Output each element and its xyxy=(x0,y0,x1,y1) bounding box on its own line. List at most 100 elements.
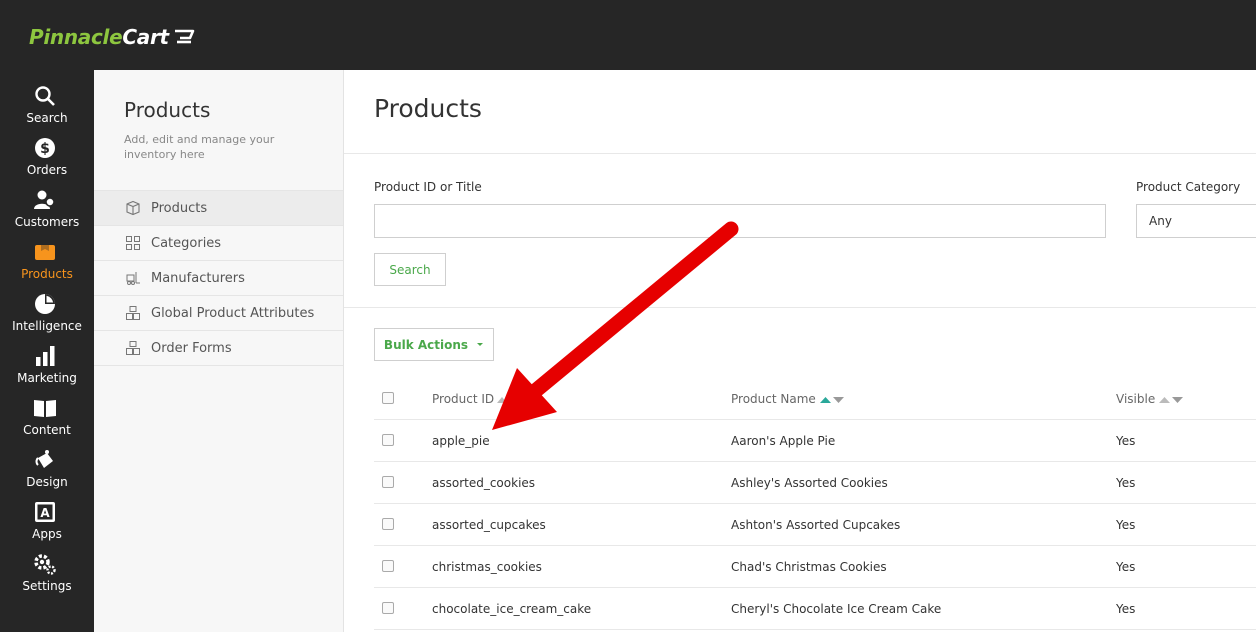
cell-product-id[interactable]: assorted_cupcakes xyxy=(432,518,546,532)
subnav-item-global-attributes[interactable]: Global Product Attributes xyxy=(94,296,343,331)
subnav-list: Products Categories Manufacturers Global… xyxy=(94,190,343,366)
subnav-item-label: Products xyxy=(151,200,208,216)
column-header-label: Visible xyxy=(1116,392,1156,406)
search-button[interactable]: Search xyxy=(374,253,446,286)
bulk-actions-label: Bulk Actions xyxy=(383,337,469,352)
cell-visible: Yes xyxy=(1116,476,1136,490)
apps-icon: A xyxy=(35,502,55,522)
cell-visible: Yes xyxy=(1116,602,1136,616)
cell-product-name[interactable]: Ashton's Assorted Cupcakes xyxy=(731,518,900,532)
subnav-item-categories[interactable]: Categories xyxy=(94,226,343,261)
nav-item-settings[interactable]: Settings xyxy=(0,548,94,600)
divider xyxy=(344,307,1256,308)
cell-product-name[interactable]: Chad's Christmas Cookies xyxy=(731,560,887,574)
boxes-icon xyxy=(126,341,140,355)
dollar-icon: $ xyxy=(35,138,55,158)
subnav-item-label: Manufacturers xyxy=(151,270,245,286)
customers-icon xyxy=(34,190,55,209)
column-header-product-name[interactable]: Product Name xyxy=(731,392,847,406)
subnav-description: Add, edit and manage your inventory here xyxy=(124,133,275,161)
table-row[interactable]: apple_pie Aaron's Apple Pie Yes xyxy=(374,420,1256,462)
category-selected-value: Any xyxy=(1149,214,1172,228)
table-row[interactable]: assorted_cookies Ashley's Assorted Cooki… xyxy=(374,462,1256,504)
boxes-icon xyxy=(126,306,140,320)
gear-icon xyxy=(34,554,56,575)
cell-visible: Yes xyxy=(1116,560,1136,574)
table-row[interactable]: chocolate_ice_cream_cake Cheryl's Chocol… xyxy=(374,588,1256,630)
svg-text:A: A xyxy=(40,506,50,520)
table-row[interactable]: christmas_cookies Chad's Christmas Cooki… xyxy=(374,546,1256,588)
row-checkbox[interactable] xyxy=(382,434,394,446)
cell-product-id[interactable]: assorted_cookies xyxy=(432,476,535,490)
row-checkbox[interactable] xyxy=(382,476,394,488)
column-header-visible[interactable]: Visible xyxy=(1116,392,1186,406)
search-field-label: Product ID or Title xyxy=(374,180,482,194)
top-bar: Pinnacle Cart xyxy=(0,0,1256,70)
subnav-item-label: Order Forms xyxy=(151,340,232,356)
column-header-product-id[interactable]: Product ID xyxy=(432,392,520,406)
search-button-label: Search xyxy=(389,262,431,277)
cell-product-name[interactable]: Aaron's Apple Pie xyxy=(731,434,835,448)
nav-item-orders[interactable]: $ Orders xyxy=(0,132,94,184)
cell-product-id[interactable]: apple_pie xyxy=(432,434,490,448)
row-checkbox[interactable] xyxy=(382,560,394,572)
nav-item-marketing[interactable]: Marketing xyxy=(0,340,94,392)
select-all-checkbox[interactable] xyxy=(382,392,394,404)
column-header-label: Product Name xyxy=(731,392,816,406)
subnav-item-products[interactable]: Products xyxy=(94,191,343,226)
nav-item-customers[interactable]: Customers xyxy=(0,184,94,236)
row-checkbox[interactable] xyxy=(382,518,394,530)
nav-label: Marketing xyxy=(17,371,77,385)
bar-chart-icon xyxy=(36,346,55,366)
cell-visible: Yes xyxy=(1116,434,1136,448)
nav-item-apps[interactable]: A Apps xyxy=(0,496,94,548)
cell-product-id[interactable]: christmas_cookies xyxy=(432,560,542,574)
nav-label: Search xyxy=(26,111,68,125)
subnav-item-label: Global Product Attributes xyxy=(151,305,315,321)
row-checkbox[interactable] xyxy=(382,602,394,614)
sort-icon xyxy=(1159,396,1184,403)
grid-icon xyxy=(126,236,140,250)
logo[interactable]: Pinnacle Cart xyxy=(29,23,197,51)
bulk-actions-button[interactable]: Bulk Actions xyxy=(374,328,494,361)
nav-label: Customers xyxy=(14,215,80,229)
forklift-icon xyxy=(126,272,140,285)
cell-product-name[interactable]: Ashley's Assorted Cookies xyxy=(731,476,888,490)
logo-text-part2: Cart xyxy=(122,25,169,49)
logo-text-part1: Pinnacle xyxy=(29,25,123,49)
search-icon xyxy=(35,86,55,106)
caret-down-icon xyxy=(477,343,484,346)
cell-visible: Yes xyxy=(1116,518,1136,532)
nav-label: Apps xyxy=(32,527,62,541)
svg-text:$: $ xyxy=(40,141,50,157)
product-search-input[interactable] xyxy=(374,204,1106,238)
box-outline-icon xyxy=(126,200,140,216)
nav-label: Content xyxy=(23,423,71,437)
nav-label: Intelligence xyxy=(12,319,82,333)
nav-item-content[interactable]: Content xyxy=(0,392,94,444)
nav-item-intelligence[interactable]: Intelligence xyxy=(0,288,94,340)
box-icon xyxy=(35,245,55,260)
table-header-row: Product ID Product Name Visible xyxy=(374,378,1256,420)
cart-logo-icon xyxy=(174,29,195,44)
product-category-select[interactable]: Any xyxy=(1136,204,1256,238)
nav-item-search[interactable]: Search xyxy=(0,80,94,132)
column-header-label: Product ID xyxy=(432,392,495,406)
subnav-item-order-forms[interactable]: Order Forms xyxy=(94,331,343,366)
page-title: Products xyxy=(374,94,482,123)
nav-item-products[interactable]: Products xyxy=(0,236,94,288)
category-field-label: Product Category xyxy=(1136,180,1241,194)
sort-icon xyxy=(497,396,520,403)
products-subnav: Products Add, edit and manage your inven… xyxy=(94,70,344,632)
nav-label: Orders xyxy=(26,163,68,177)
book-icon xyxy=(34,400,56,417)
main-navigation: Search $ Orders Customers Products Intel… xyxy=(0,70,94,632)
paint-icon xyxy=(35,450,53,468)
cell-product-id[interactable]: chocolate_ice_cream_cake xyxy=(432,602,591,616)
table-row[interactable]: assorted_cupcakes Ashton's Assorted Cupc… xyxy=(374,504,1256,546)
cell-product-name[interactable]: Cheryl's Chocolate Ice Cream Cake xyxy=(731,602,941,616)
nav-item-design[interactable]: Design xyxy=(0,444,94,496)
main-content: Products Product ID or Title Product Cat… xyxy=(344,70,1256,632)
sort-icon xyxy=(819,396,844,403)
subnav-item-manufacturers[interactable]: Manufacturers xyxy=(94,261,343,296)
